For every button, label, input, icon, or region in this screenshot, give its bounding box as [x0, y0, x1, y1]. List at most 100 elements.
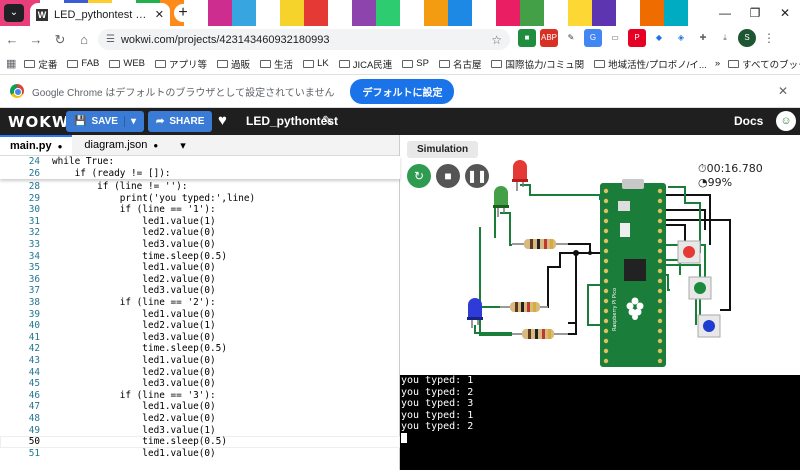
bookmark-folder-3[interactable]: アプリ等: [151, 57, 211, 71]
code-line[interactable]: led2.value(0): [52, 367, 215, 379]
code-line[interactable]: led1.value(0): [52, 448, 215, 460]
bookmark-folder-6[interactable]: LK: [299, 57, 333, 71]
code-line[interactable]: time.sleep(0.5): [52, 343, 227, 355]
chrome-menu-icon[interactable]: ⋮: [760, 29, 778, 47]
browser-tab-title: LED_pythontest - Wokwi ESP32: [54, 8, 149, 21]
terminal-line: you typed: 1: [401, 375, 474, 386]
pinterest-icon[interactable]: P: [628, 29, 646, 47]
address-toolbar: ← → ↻ ⌂ ☰ wokwi.com/projects/42314346093…: [0, 26, 800, 53]
code-line[interactable]: led1.value(0): [52, 262, 215, 274]
code-line[interactable]: led3.value(0): [52, 332, 215, 344]
code-line[interactable]: led3.value(0): [52, 378, 215, 390]
bookmark-star-icon[interactable]: ☆: [491, 33, 502, 47]
bookmark-folder-0[interactable]: 定番: [20, 57, 61, 71]
line-number: 35: [28, 262, 40, 274]
code-line[interactable]: if (ready != []):: [52, 168, 171, 180]
code-line[interactable]: led2.value(1): [52, 320, 215, 332]
tab-search-icon[interactable]: ⌄: [4, 4, 24, 22]
circuit-diagram[interactable]: Raspberry Pi Pico: [400, 135, 800, 375]
tab-menu-dropdown[interactable]: ▾: [170, 135, 196, 155]
code-line[interactable]: time.sleep(0.5): [52, 436, 227, 448]
bookmark-folder-4[interactable]: 過販: [213, 57, 254, 71]
terminal-cursor: [401, 432, 407, 443]
extension-icons: ■ ABP ✎ G ▭ P ◆ ◈ ✚ ⤓ S ⋮: [518, 29, 778, 47]
code-line[interactable]: led3.value(0): [52, 285, 215, 297]
wire-junction: [573, 250, 579, 256]
close-tab-icon[interactable]: ✕: [155, 8, 164, 21]
bookmark-folder-10[interactable]: 国際協力/コミュ関: [487, 57, 588, 71]
led-red: [512, 160, 528, 191]
line-number: 31: [28, 215, 40, 227]
code-line[interactable]: while True:: [52, 156, 114, 168]
docs-link[interactable]: Docs: [734, 114, 763, 128]
set-default-button[interactable]: デフォルトに設定: [350, 78, 455, 104]
wokwi-favicon-icon: W: [36, 8, 48, 21]
code-line[interactable]: led1.value(0): [52, 309, 215, 321]
bookmark-folder-1[interactable]: FAB: [63, 57, 103, 71]
minimize-icon[interactable]: —: [710, 0, 740, 26]
extension-green-icon[interactable]: ■: [518, 29, 536, 47]
bookmark-label: アプリ等: [169, 59, 208, 71]
pen-extension-icon[interactable]: ✎: [562, 29, 580, 47]
code-line[interactable]: led2.value(0): [52, 227, 215, 239]
url-bar[interactable]: ☰ wokwi.com/projects/423143460932180993 …: [98, 29, 510, 50]
code-line[interactable]: if (line == '1'):: [52, 204, 216, 216]
printer-extension-icon[interactable]: ▭: [606, 29, 624, 47]
puzzle-extensions-icon[interactable]: ✚: [694, 29, 712, 47]
edit-name-icon[interactable]: ✎: [322, 113, 333, 129]
bookmark-folder-7[interactable]: JICA民連: [335, 57, 397, 71]
bookmark-folder-2[interactable]: WEB: [105, 57, 149, 71]
bookmark-folder-8[interactable]: SP: [398, 57, 433, 71]
new-tab-button[interactable]: +: [174, 4, 192, 22]
serial-monitor[interactable]: you typed: 1 you typed: 2 you typed: 3 you …: [400, 375, 800, 470]
save-button[interactable]: 💾 SAVE ▾: [66, 111, 144, 132]
reload-icon[interactable]: ↻: [48, 32, 72, 48]
bookmark-folder-11[interactable]: 地域活性/プロボノ/イ...: [590, 57, 711, 71]
browser-tab-active[interactable]: W LED_pythontest - Wokwi ESP32 ✕: [30, 3, 170, 26]
bookmarks-overflow-icon[interactable]: »: [715, 58, 720, 69]
line-number: 40: [28, 320, 40, 332]
back-icon[interactable]: ←: [0, 32, 24, 47]
home-icon[interactable]: ⌂: [72, 32, 96, 47]
site-info-icon[interactable]: ☰: [106, 34, 115, 45]
line-number: 45: [28, 378, 40, 390]
code-line[interactable]: led1.value(0): [52, 355, 215, 367]
forward-icon[interactable]: →: [24, 32, 48, 47]
code-line[interactable]: time.sleep(0.5): [52, 251, 227, 263]
profile-avatar[interactable]: S: [738, 29, 756, 47]
restore-icon[interactable]: ❐: [740, 0, 770, 26]
code-line[interactable]: led3.value(1): [52, 425, 215, 437]
tag-extension-icon[interactable]: ◆: [650, 29, 668, 47]
bookmark-folder-9[interactable]: 名古屋: [435, 57, 486, 71]
code-line[interactable]: print('you typed:',line): [52, 193, 255, 205]
apps-grid-icon[interactable]: ▦: [6, 57, 16, 70]
code-line[interactable]: led2.value(0): [52, 274, 215, 286]
code-line[interactable]: if (line == '2'):: [52, 297, 216, 309]
translate-extension-icon[interactable]: ◈: [672, 29, 690, 47]
code-line[interactable]: led2.value(0): [52, 413, 215, 425]
bookmark-folder-5[interactable]: 生活: [256, 57, 297, 71]
code-line[interactable]: led1.value(0): [52, 401, 215, 413]
line-number: 32: [28, 227, 40, 239]
adblock-icon[interactable]: ABP: [540, 29, 558, 47]
tab-diagram-json[interactable]: diagram.json ●: [74, 135, 168, 155]
line-number: 38: [28, 297, 40, 308]
google-extension-icon[interactable]: G: [584, 29, 602, 47]
wire: [525, 252, 590, 308]
code-line[interactable]: led1.value(1): [52, 216, 215, 228]
heart-icon[interactable]: ♥: [218, 112, 227, 129]
close-window-icon[interactable]: ✕: [770, 0, 800, 26]
user-avatar[interactable]: ☺: [776, 111, 796, 131]
infobar-close-icon[interactable]: ✕: [778, 84, 788, 98]
code-line[interactable]: if (line == '3'):: [52, 390, 216, 402]
all-bookmarks[interactable]: すべてのブックマーク: [724, 57, 800, 71]
line-number: 49: [28, 424, 40, 436]
pushbutton-blue: [697, 314, 721, 338]
save-dropdown-icon[interactable]: ▾: [123, 116, 136, 127]
code-line[interactable]: led3.value(0): [52, 239, 215, 251]
wire: [568, 253, 577, 324]
downloads-icon[interactable]: ⤓: [716, 29, 734, 47]
code-line[interactable]: if (line != ''):: [52, 181, 187, 193]
share-button[interactable]: ➦ SHARE: [148, 111, 213, 132]
tab-main-py[interactable]: main.py ●: [0, 135, 73, 155]
